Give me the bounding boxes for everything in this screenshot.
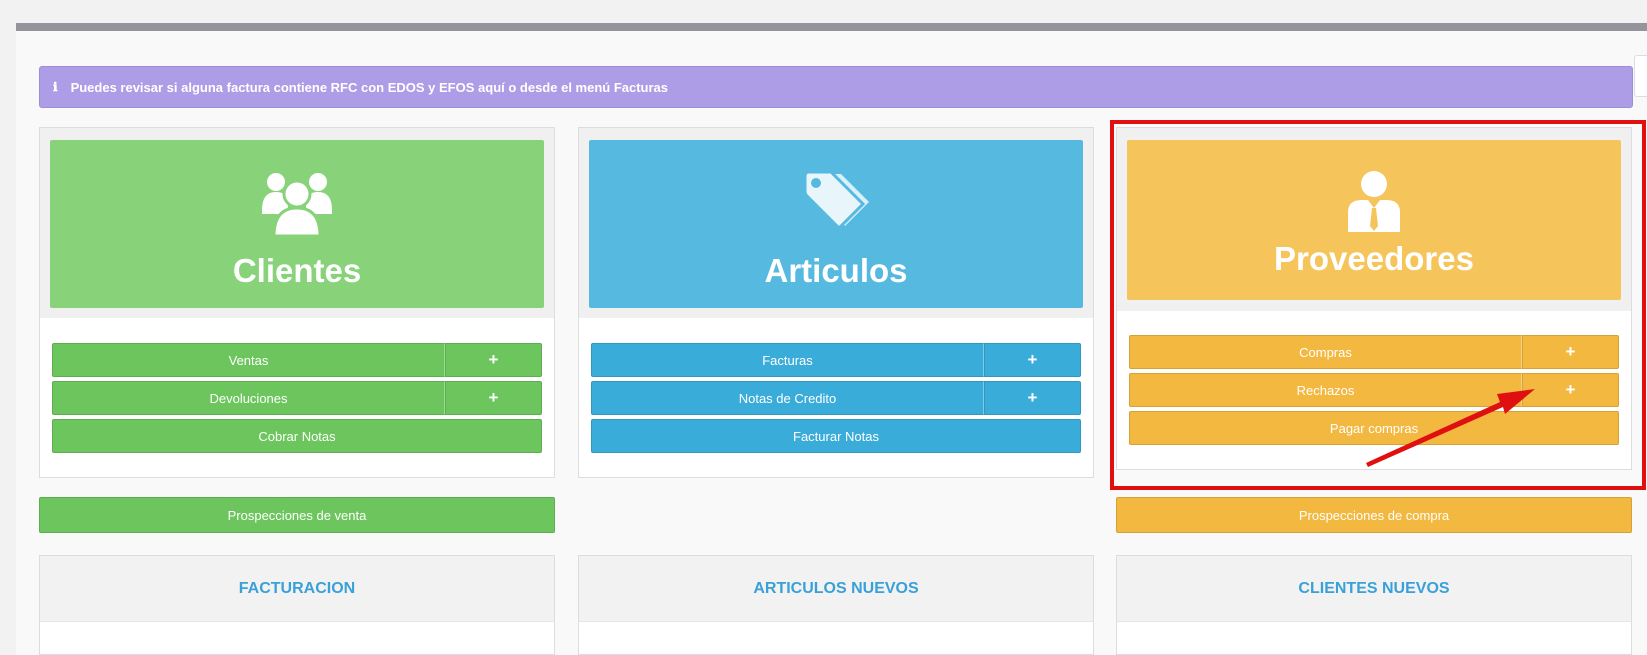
articulos-nuevos-title: ARTICULOS NUEVOS [579, 556, 1093, 622]
alert-text: Puedes revisar si alguna factura contien… [70, 79, 669, 95]
notas-credito-button[interactable]: Notas de Credito [591, 381, 984, 415]
info-icon: ℹ [53, 80, 58, 94]
notas-credito-add-button[interactable]: + [984, 381, 1081, 415]
clientes-title: Clientes [232, 252, 362, 289]
clientes-nuevos-title: CLIENTES NUEVOS [1117, 556, 1631, 622]
devoluciones-row: Devoluciones + [52, 381, 542, 415]
clientes-tile[interactable]: Clientes [50, 140, 544, 308]
side-tab[interactable] [1634, 55, 1647, 97]
articulos-panel: Articulos Facturas + Notas de Credito + … [578, 127, 1094, 478]
clientes-nuevos-panel: CLIENTES NUEVOS [1116, 555, 1632, 655]
articulos-title: Articulos [764, 252, 908, 289]
pagar-compras-button[interactable]: Pagar compras [1129, 411, 1619, 445]
ventas-add-button[interactable]: + [445, 343, 542, 377]
devoluciones-button[interactable]: Devoluciones [52, 381, 445, 415]
facturacion-title: FACTURACION [40, 556, 554, 622]
users-icon [262, 170, 332, 241]
clientes-panel: Clientes Ventas + Devoluciones + Cobrar … [39, 127, 555, 478]
info-alert[interactable]: ℹ Puedes revisar si alguna factura conti… [39, 66, 1633, 108]
compras-button[interactable]: Compras [1129, 335, 1522, 369]
compras-add-button[interactable]: + [1522, 335, 1619, 369]
articulos-nuevos-panel: ARTICULOS NUEVOS [578, 555, 1094, 655]
proveedores-title: Proveedores [1274, 240, 1474, 277]
facturas-button[interactable]: Facturas [591, 343, 984, 377]
cobrar-notas-button[interactable]: Cobrar Notas [52, 419, 542, 453]
prospecciones-compra-button[interactable]: Prospecciones de compra [1116, 497, 1632, 533]
rechazos-add-button[interactable]: + [1522, 373, 1619, 407]
user-tie-icon [1348, 170, 1400, 237]
ventas-row: Ventas + [52, 343, 542, 377]
facturacion-panel: FACTURACION [39, 555, 555, 655]
ventas-button[interactable]: Ventas [52, 343, 445, 377]
facturar-notas-button[interactable]: Facturar Notas [591, 419, 1081, 453]
articulos-tile[interactable]: Articulos [589, 140, 1083, 308]
proveedores-panel: Proveedores Compras + Rechazos + Pagar c… [1116, 127, 1632, 470]
tags-icon [801, 170, 871, 237]
facturas-add-button[interactable]: + [984, 343, 1081, 377]
proveedores-tile[interactable]: Proveedores [1127, 140, 1621, 300]
rechazos-button[interactable]: Rechazos [1129, 373, 1522, 407]
top-bar [16, 23, 1647, 31]
devoluciones-add-button[interactable]: + [445, 381, 542, 415]
prospecciones-venta-button[interactable]: Prospecciones de venta [39, 497, 555, 533]
